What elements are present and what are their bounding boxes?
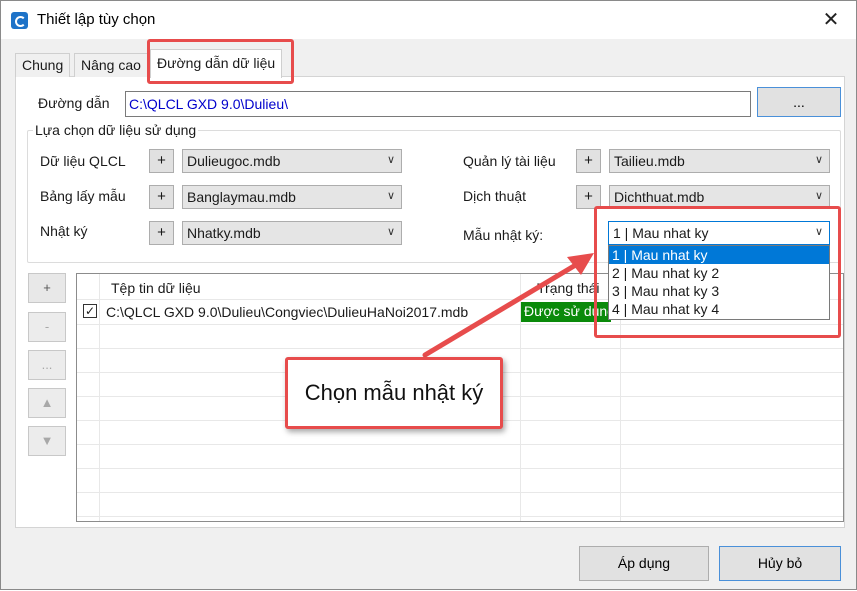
callout-box: Chọn mẫu nhật ký: [285, 357, 503, 429]
callout-arrow-icon: [422, 253, 594, 358]
options-dialog: Thiết lập tùy chọn ✕ Chung Nâng cao Đườn…: [0, 0, 857, 590]
